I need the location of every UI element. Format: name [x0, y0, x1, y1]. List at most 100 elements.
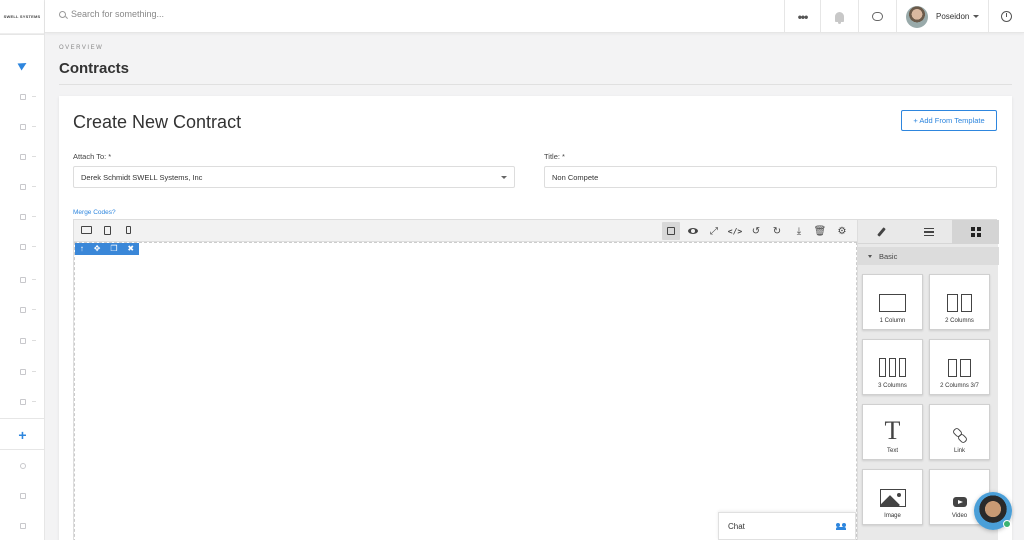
bell-icon	[835, 11, 844, 24]
header-divider	[59, 84, 1012, 85]
settings-button[interactable]: ⚙	[833, 222, 851, 240]
import-button[interactable]: ⤓	[790, 222, 808, 240]
page-title: Contracts	[59, 60, 130, 77]
editor-toolbar: ⤢ </> ↺ ↻ ⤓ 🗑 ⚙	[74, 220, 857, 242]
check-icon	[19, 214, 26, 220]
sidebar-item-help[interactable]	[0, 456, 45, 476]
block-three-columns[interactable]: 3 Columns	[862, 339, 923, 395]
sidebar-item-announcements[interactable]	[0, 486, 45, 506]
sidebar-item-1[interactable]	[0, 87, 45, 107]
search-bar	[59, 9, 371, 19]
tablet-icon[interactable]	[104, 226, 111, 235]
more-icon: •••	[797, 9, 809, 24]
move-icon[interactable]: ✥	[94, 245, 101, 253]
title-input[interactable]: Non Compete	[544, 166, 997, 188]
add-from-template-button[interactable]: + Add From Template	[901, 110, 997, 131]
text-icon: T	[884, 416, 901, 445]
sidebar-item-4[interactable]	[0, 177, 45, 197]
sidebar-divider	[0, 449, 45, 450]
editor-canvas[interactable]: ↑ ✥ ❐ ✖	[74, 242, 857, 540]
gear-icon: ⚙	[837, 225, 847, 237]
block-text[interactable]: T Text	[862, 404, 923, 460]
tab-style-manager[interactable]	[858, 220, 905, 244]
doc-icon	[19, 307, 26, 313]
sidebar-item-6[interactable]	[0, 237, 45, 257]
folder-icon	[19, 184, 26, 190]
download-icon: ⤓	[796, 225, 802, 237]
search-input[interactable]	[71, 9, 371, 19]
blocks-category-basic[interactable]: Basic	[858, 247, 999, 265]
mobile-icon[interactable]	[126, 226, 131, 234]
file-icon	[19, 399, 26, 405]
two-columns-37-icon	[948, 359, 971, 377]
sidebar-item-3[interactable]	[0, 147, 45, 167]
arrow-up-icon[interactable]: ↑	[80, 245, 84, 253]
caret-down-icon	[868, 254, 872, 258]
desktop-icon[interactable]	[81, 226, 92, 234]
brand-logo[interactable]: SWELL SYSTEMS	[0, 0, 44, 34]
clone-icon[interactable]: ❐	[110, 245, 117, 253]
fullscreen-button[interactable]: ⤢	[705, 222, 723, 240]
notifications-button[interactable]	[820, 0, 858, 33]
chevron-down-icon	[973, 15, 980, 18]
three-columns-icon	[879, 358, 906, 377]
block-link[interactable]: Link	[929, 404, 990, 460]
attach-to-select[interactable]: Derek Schmidt SWELL Systems, Inc	[73, 166, 515, 188]
title-label: Title: *	[544, 152, 565, 161]
blocks-panel: Basic 1 Column 2 Columns 3 Columns 2 Col…	[857, 220, 999, 540]
block-two-columns-37[interactable]: 2 Columns 3/7	[929, 339, 990, 395]
doc-icon	[19, 369, 26, 375]
user-name: Poseidon	[936, 12, 970, 21]
bars-icon	[923, 228, 934, 236]
contract-form-card: Create New Contract + Add From Template …	[59, 96, 1012, 540]
selection-toolbar: ↑ ✥ ❐ ✖	[75, 243, 139, 255]
chat-widget[interactable]: Chat	[718, 512, 856, 540]
sidebar-add-button[interactable]: +	[0, 425, 45, 445]
messages-button[interactable]	[858, 0, 896, 33]
paintbrush-icon	[877, 227, 886, 237]
chevron-down-icon	[501, 176, 507, 179]
link-icon	[953, 428, 967, 442]
doc-icon	[19, 94, 26, 100]
sidebar-item-11[interactable]	[0, 392, 45, 412]
trash-icon: 🗑	[813, 225, 827, 237]
undo-button[interactable]: ↺	[747, 222, 765, 240]
block-two-columns[interactable]: 2 Columns	[929, 274, 990, 330]
merge-codes-link[interactable]: Merge Codes?	[73, 209, 116, 216]
block-image[interactable]: Image	[862, 469, 923, 525]
sidebar: SWELL SYSTEMS +	[0, 0, 45, 540]
trash-icon[interactable]: ✖	[127, 245, 134, 253]
more-button[interactable]: •••	[784, 0, 820, 33]
contract-editor: ⤢ </> ↺ ↻ ⤓ 🗑 ⚙ ↑ ✥ ❐ ✖ Basic 1 Column 2…	[73, 219, 999, 540]
sidebar-item-send[interactable]	[0, 55, 45, 75]
tab-layer-manager[interactable]	[905, 220, 952, 244]
outline-toggle-button[interactable]	[662, 222, 680, 240]
avatar	[906, 5, 928, 28]
people-icon	[836, 522, 846, 530]
undo-icon: ↺	[751, 225, 761, 237]
doc-icon	[19, 277, 26, 283]
sidebar-item-7[interactable]	[0, 270, 45, 290]
sidebar-item-5[interactable]	[0, 207, 45, 227]
one-column-icon	[879, 294, 906, 312]
panel-tabs	[858, 220, 999, 244]
expand-icon: ⤢	[710, 225, 718, 237]
user-menu[interactable]: Poseidon	[896, 0, 988, 33]
attach-to-value: Derek Schmidt SWELL Systems, Inc	[81, 172, 203, 182]
video-icon	[952, 497, 967, 507]
sidebar-divider	[0, 418, 45, 419]
block-one-column[interactable]: 1 Column	[862, 274, 923, 330]
timer-button[interactable]	[988, 0, 1024, 33]
clear-canvas-button[interactable]: 🗑	[811, 222, 829, 240]
sidebar-item-docs[interactable]	[0, 516, 45, 536]
code-view-button[interactable]: </>	[726, 222, 744, 240]
sidebar-item-2[interactable]	[0, 117, 45, 137]
redo-button[interactable]: ↻	[768, 222, 786, 240]
sidebar-item-8[interactable]	[0, 300, 45, 320]
title-value: Non Compete	[552, 172, 599, 182]
tab-blocks[interactable]	[952, 220, 999, 244]
sidebar-item-10[interactable]	[0, 362, 45, 382]
sidebar-item-9[interactable]	[0, 331, 45, 351]
preview-button[interactable]	[684, 222, 702, 240]
online-status-indicator	[1003, 520, 1011, 528]
